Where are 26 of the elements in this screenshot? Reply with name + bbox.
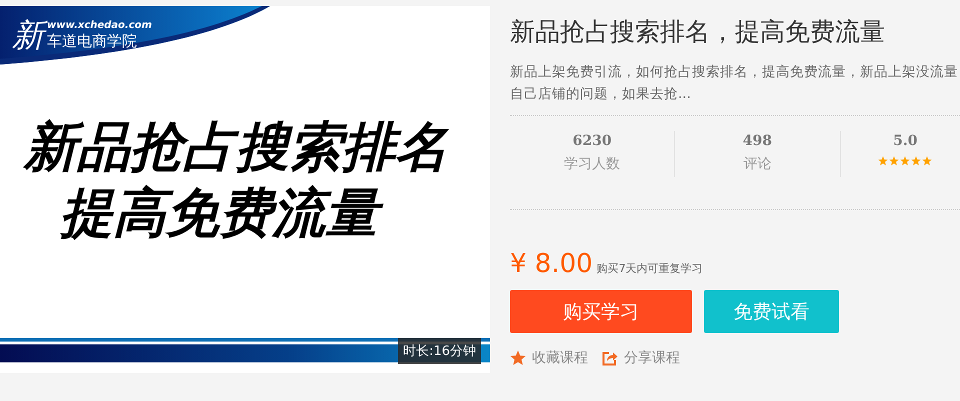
share-icon [602, 350, 618, 366]
stat-value: 5.0 [893, 132, 918, 151]
cover-headline: 新品抢占搜索排名 [22, 116, 450, 180]
logo-url: www.xchedao.com [47, 20, 152, 31]
star-icon [878, 156, 888, 166]
star-icon [900, 156, 910, 166]
course-description: 新品上架免费引流，如何抢占搜索排名，提高免费流量，新品上架没流量 [510, 63, 959, 82]
stat-value: 6230 [572, 132, 612, 151]
course-description: 自己店铺的问题，如果去抢... [510, 85, 692, 104]
link-text[interactable]: 分享课程 [624, 349, 680, 367]
buy-button[interactable]: 购买学习 [510, 290, 692, 333]
price-note: 购买7天内可重复学习 [596, 261, 703, 276]
course-price: ¥ 8.00 [510, 248, 593, 280]
star-icon [889, 156, 900, 166]
link-text[interactable]: 收藏课程 [532, 349, 588, 367]
stat-label: 评论 [743, 155, 772, 174]
stat-value: 498 [742, 132, 772, 151]
star-icon [510, 350, 526, 366]
course-title: 新品抢占搜索排名，提高免费流量 [510, 16, 886, 48]
cover-headline: 提高免费流量 [0, 181, 490, 247]
stat-label: 学习人数 [564, 155, 620, 174]
star-icon [911, 156, 922, 166]
trial-button[interactable]: 免费试看 [704, 290, 839, 333]
logo-name: 车道电商学院 [47, 32, 138, 50]
duration-badge: 时长:16分钟 [398, 338, 481, 364]
star-icon [922, 156, 932, 166]
